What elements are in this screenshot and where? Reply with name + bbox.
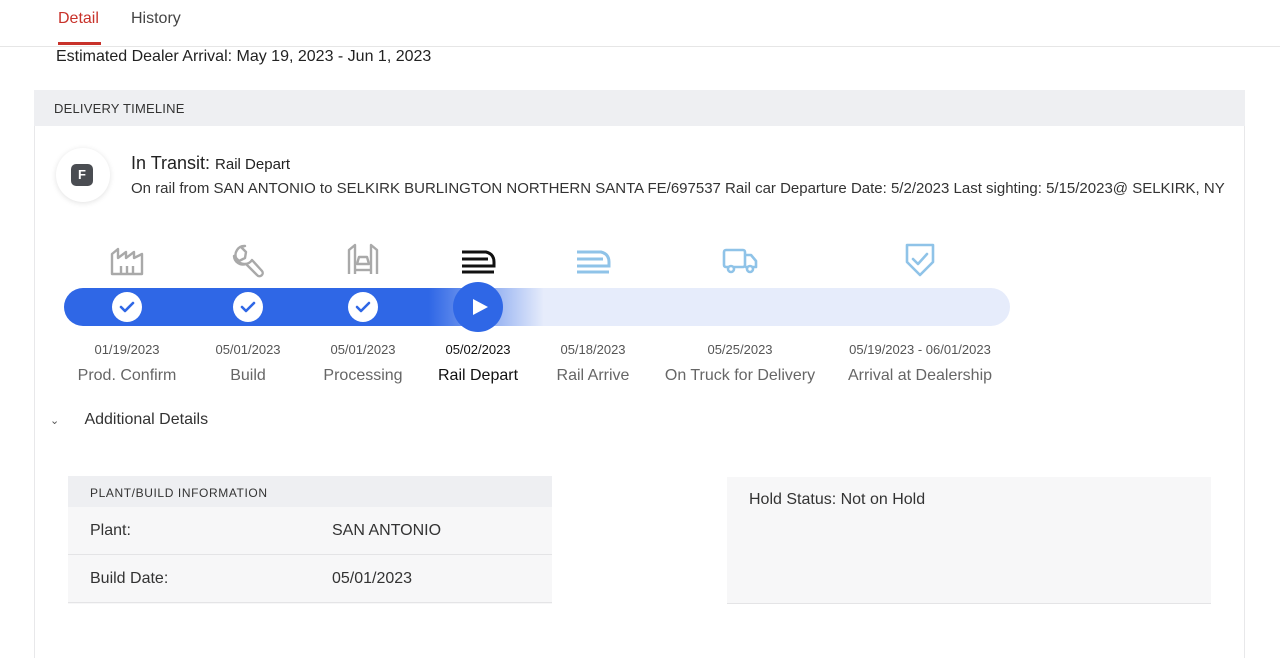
stage-label: Processing xyxy=(323,367,403,384)
completed-check-icon xyxy=(348,292,378,322)
stage-label-current: Rail Depart xyxy=(437,367,519,384)
build-date-value: 05/01/2023 xyxy=(332,570,413,587)
factory-icon xyxy=(107,240,147,280)
table-row: Plant: SAN ANTONIO xyxy=(68,507,552,555)
brand-badge: F xyxy=(56,148,110,202)
delivery-timeline-header: DELIVERY TIMELINE xyxy=(34,90,1245,126)
wrench-icon xyxy=(228,240,268,280)
train-icon xyxy=(458,240,498,280)
stage-date: 05/25/2023 xyxy=(707,342,773,357)
stage-label: Build xyxy=(230,367,266,384)
stage-date: 05/01/2023 xyxy=(330,342,396,357)
status-value: Rail Depart xyxy=(215,156,291,173)
status-line: In Transit: Rail Depart xyxy=(131,153,290,174)
tab-bar: Detail History xyxy=(0,0,1280,47)
plant-value: SAN ANTONIO xyxy=(332,522,442,539)
car-lift-icon xyxy=(343,240,383,280)
stage-date: 01/19/2023 xyxy=(94,342,160,357)
tab-detail[interactable]: Detail xyxy=(58,10,99,28)
truck-icon xyxy=(720,240,760,280)
plant-build-info-card: PLANT/BUILD INFORMATION Plant: SAN ANTON… xyxy=(68,476,552,604)
brand-badge-letter: F xyxy=(71,164,93,186)
stage-label: Arrival at Dealership xyxy=(847,367,993,384)
status-prefix: In Transit: xyxy=(131,153,211,173)
additional-details-toggle[interactable]: ⌄ Additional Details xyxy=(50,411,208,429)
stage-label: Rail Arrive xyxy=(556,367,630,384)
hold-status-card: Hold Status: Not on Hold xyxy=(727,477,1211,604)
stage-label: On Truck for Delivery xyxy=(664,367,816,384)
tab-history[interactable]: History xyxy=(131,10,181,28)
train-icon xyxy=(573,240,613,280)
stage-date: 05/18/2023 xyxy=(560,342,626,357)
stage-label: Prod. Confirm xyxy=(77,367,177,384)
table-row: Build Date: 05/01/2023 xyxy=(68,555,552,603)
progress-track xyxy=(64,288,1010,326)
plant-build-info-header: PLANT/BUILD INFORMATION xyxy=(68,476,552,507)
stage-date: 05/01/2023 xyxy=(215,342,281,357)
hold-status-text: Hold Status: Not on Hold xyxy=(749,491,926,508)
plant-key: Plant: xyxy=(90,522,131,539)
additional-details-label: Additional Details xyxy=(84,411,209,428)
stage-date: 05/19/2023 - 06/01/2023 xyxy=(849,342,991,357)
chevron-down-icon: ⌄ xyxy=(50,415,60,427)
stage-date-current: 05/02/2023 xyxy=(445,342,511,357)
active-tab-indicator xyxy=(58,42,101,45)
completed-check-icon xyxy=(233,292,263,322)
shield-check-icon xyxy=(900,240,940,280)
estimated-dealer-arrival: Estimated Dealer Arrival: May 19, 2023 -… xyxy=(56,48,432,65)
current-stage-play-icon xyxy=(453,282,503,332)
build-date-key: Build Date: xyxy=(90,570,169,587)
status-description: On rail from SAN ANTONIO to SELKIRK BURL… xyxy=(131,180,1225,197)
completed-check-icon xyxy=(112,292,142,322)
